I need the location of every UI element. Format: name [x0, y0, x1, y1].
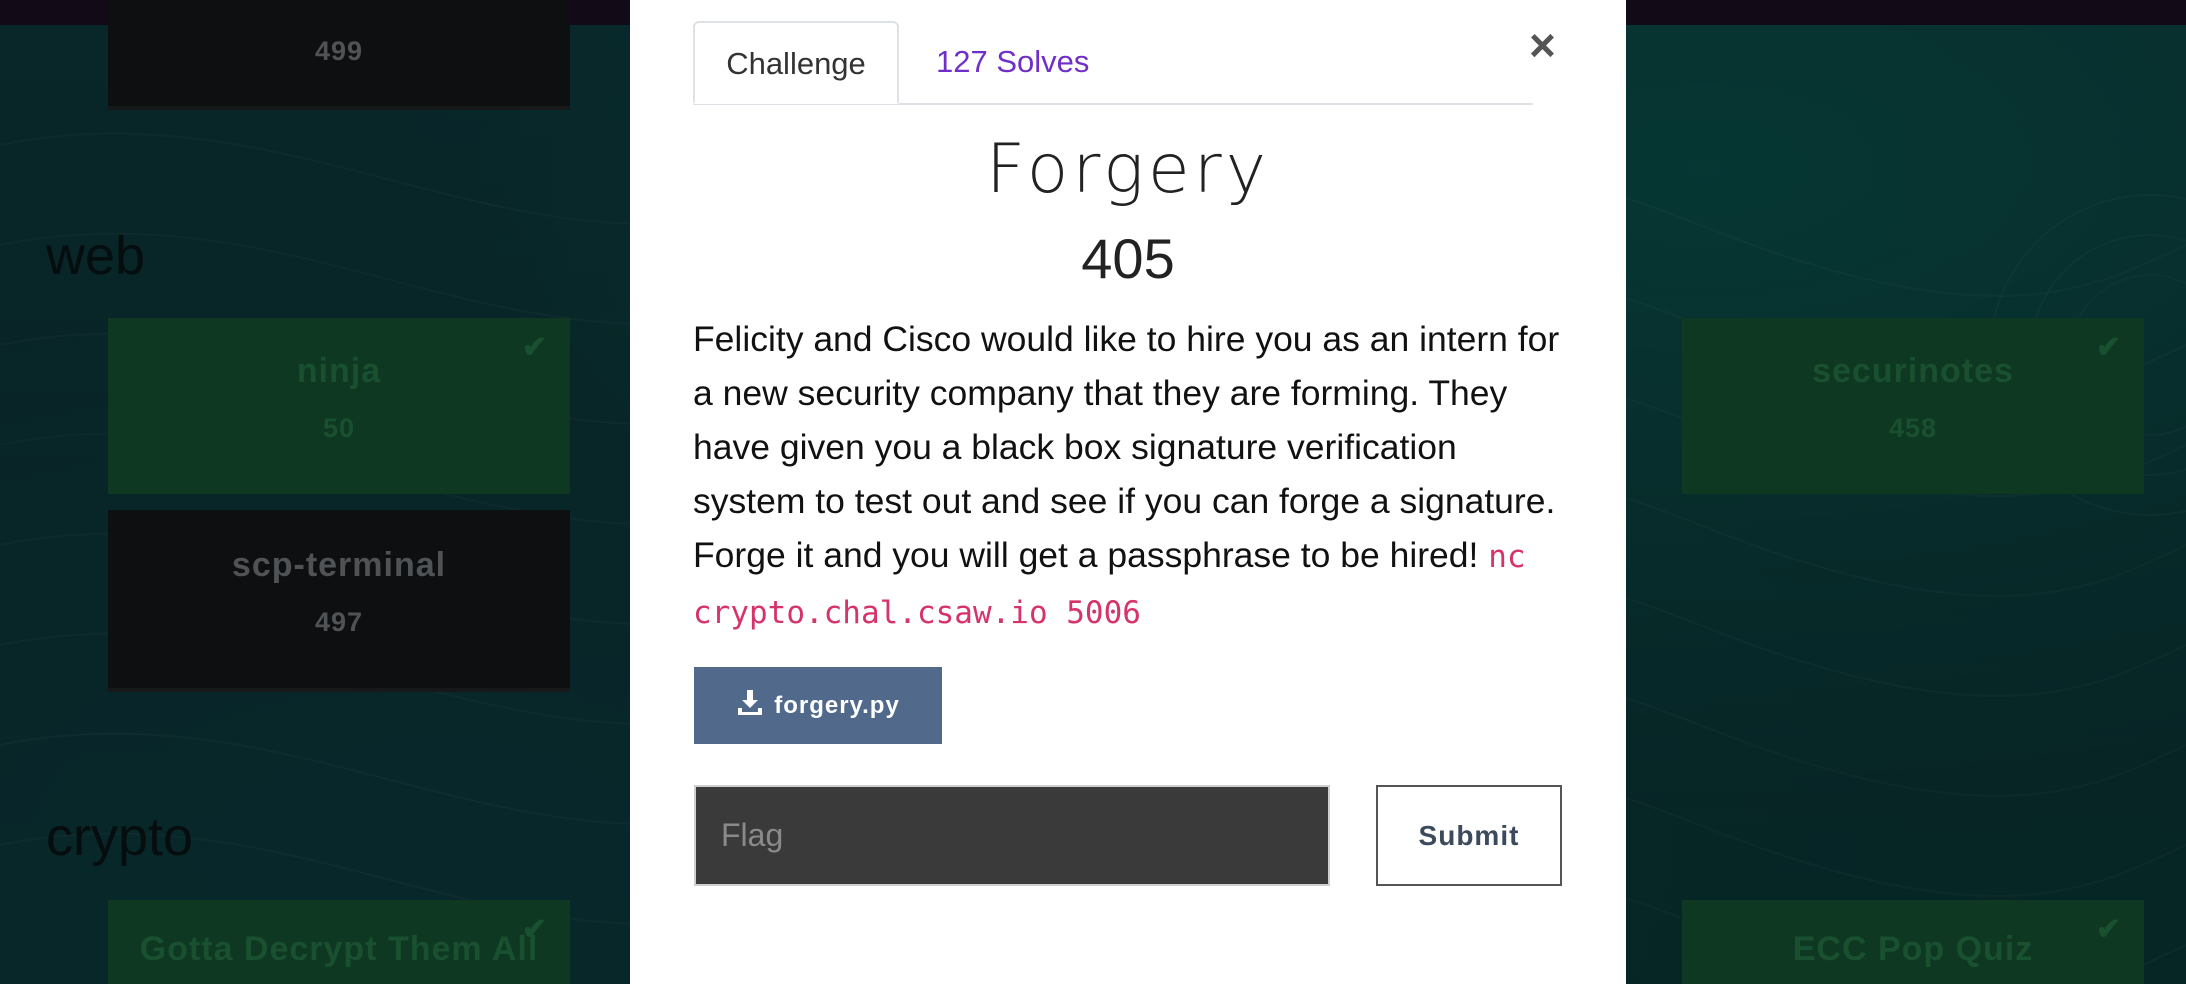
challenge-name: Forgery — [986, 130, 1270, 209]
flag-input[interactable] — [694, 785, 1330, 886]
download-icon — [736, 688, 764, 723]
challenge-modal: Challenge 127 Solves × Forgery 405 Felic… — [630, 0, 1626, 984]
challenge-description: Felicity and Cisco would like to hire yo… — [693, 312, 1563, 640]
modal-tabs: Challenge 127 Solves — [693, 21, 1533, 105]
description-text: Felicity and Cisco would like to hire yo… — [693, 319, 1560, 575]
download-file-button[interactable]: forgery.py — [694, 667, 942, 744]
file-name: forgery.py — [774, 691, 900, 719]
tab-challenge[interactable]: Challenge — [693, 21, 899, 104]
submit-button[interactable]: Submit — [1376, 785, 1562, 886]
close-icon[interactable]: × — [1529, 18, 1556, 72]
challenge-value: 405 — [1081, 227, 1175, 290]
tab-solves[interactable]: 127 Solves — [936, 21, 1089, 103]
